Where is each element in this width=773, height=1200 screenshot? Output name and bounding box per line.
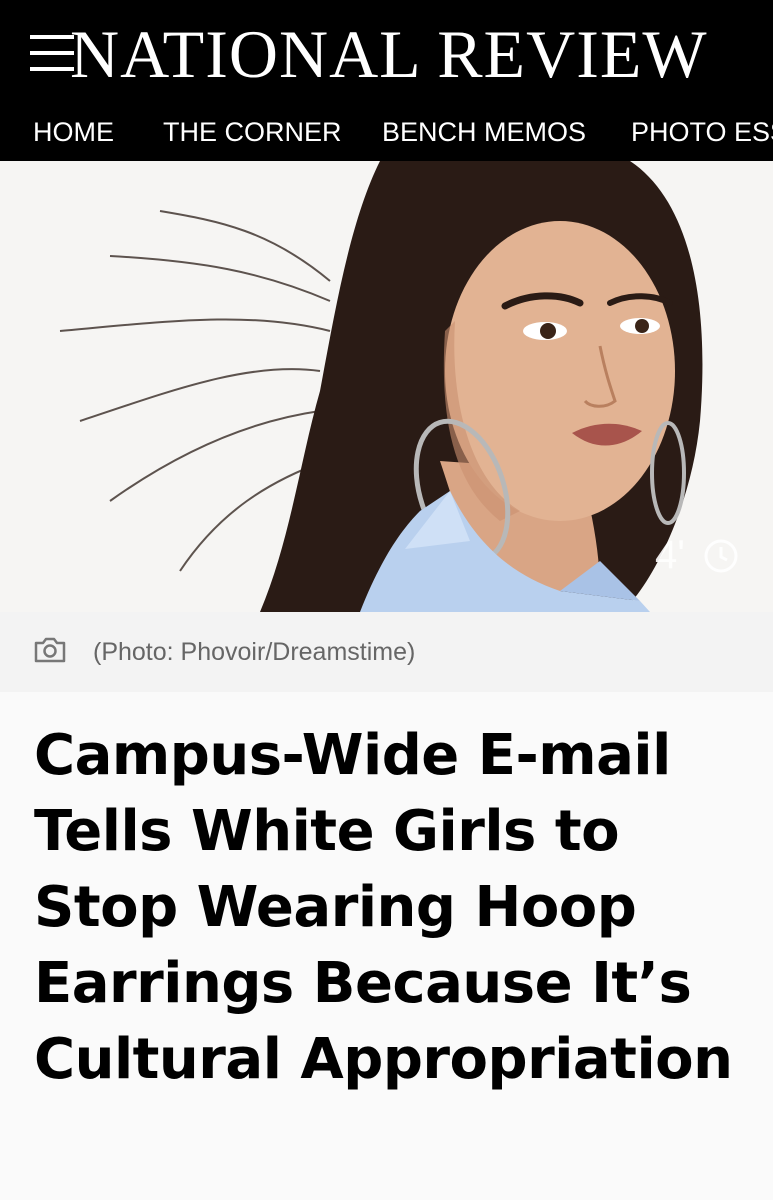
hero-overlay-text: 4' — [655, 533, 685, 577]
clock-icon — [704, 539, 738, 573]
article-headline: Campus-Wide E-mail Tells White Girls to … — [34, 723, 733, 1092]
photo-caption: (Photo: Phovoir/Dreamstime) — [0, 612, 773, 692]
hamburger-menu-icon[interactable] — [30, 35, 74, 71]
page: NATIONAL REVIEW HOME THE CORNER BENCH ME… — [0, 0, 773, 1200]
nav-item-photo-essays[interactable]: PHOTO ESS — [631, 115, 773, 149]
nav-item-home[interactable]: HOME — [33, 115, 114, 149]
hero-photo: 4' — [0, 161, 773, 612]
nav-item-bench-memos[interactable]: BENCH MEMOS — [382, 115, 586, 149]
main-navigation: HOME THE CORNER BENCH MEMOS PHOTO ESS — [0, 105, 773, 161]
photo-credit: (Photo: Phovoir/Dreamstime) — [93, 638, 416, 666]
nav-item-the-corner[interactable]: THE CORNER — [163, 115, 342, 149]
camera-icon — [34, 637, 66, 663]
masthead: NATIONAL REVIEW — [0, 0, 773, 105]
site-logo-title[interactable]: NATIONAL REVIEW — [70, 14, 708, 94]
